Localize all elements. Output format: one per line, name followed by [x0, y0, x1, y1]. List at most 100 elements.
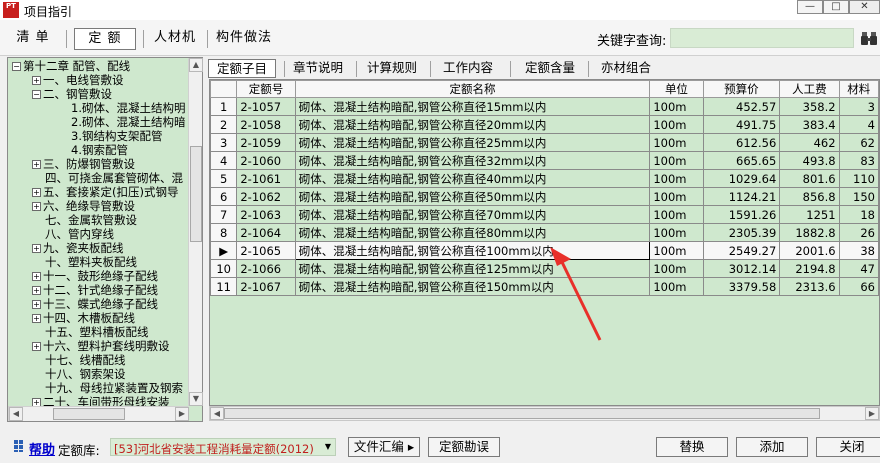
- quota-library-select[interactable]: [53]河北省安装工程消耗量定额(2012) ▼: [110, 438, 336, 456]
- tree-item[interactable]: 十、塑料夹板配线: [32, 255, 137, 269]
- labor-cost-cell[interactable]: 1251: [779, 205, 840, 224]
- quota-code-cell[interactable]: 2-1057: [236, 97, 296, 116]
- tree-item[interactable]: 十九、母线拉紧装置及钢索: [32, 381, 183, 395]
- grid-horizontal-scrollbar[interactable]: ◀ ▶: [209, 406, 880, 421]
- close-button[interactable]: 关闭: [816, 437, 880, 457]
- expand-icon[interactable]: +: [32, 314, 41, 323]
- price-cell[interactable]: 2549.27: [702, 241, 781, 260]
- maximize-button[interactable]: □: [823, 0, 849, 14]
- keyword-search-input[interactable]: [670, 28, 854, 48]
- tab-quota-content[interactable]: 定额含量: [520, 59, 580, 78]
- quota-code-cell[interactable]: 2-1063: [236, 205, 296, 224]
- binoculars-search-icon[interactable]: [860, 29, 878, 47]
- tree-item[interactable]: + 一、电线管敷设: [32, 73, 124, 87]
- tab-chapter-notes[interactable]: 章节说明: [288, 59, 348, 78]
- tree-item[interactable]: + 五、套接紧定(扣压)式钢导: [32, 185, 178, 199]
- labor-cost-cell[interactable]: 2194.8: [779, 259, 840, 278]
- help-link[interactable]: 帮助: [29, 439, 55, 458]
- column-header-name[interactable]: 定额名称: [294, 80, 651, 98]
- tree-item[interactable]: − 第十二章 配管、配线: [12, 59, 130, 73]
- tree-item[interactable]: 2.砌体、混凝土结构暗: [58, 115, 185, 129]
- tree-item[interactable]: 七、金属软管敷设: [32, 213, 137, 227]
- tree-item[interactable]: 1.砌体、混凝土结构明: [58, 101, 185, 115]
- unit-cell[interactable]: 100m: [649, 277, 704, 296]
- price-cell[interactable]: 2305.39: [702, 223, 781, 242]
- material-cost-cell[interactable]: 62: [838, 133, 879, 152]
- tab-calculation-rules[interactable]: 计算规则: [362, 59, 422, 78]
- column-header-price[interactable]: 预算价: [702, 80, 781, 98]
- price-cell[interactable]: 452.57: [702, 97, 781, 116]
- expand-icon[interactable]: +: [32, 160, 41, 169]
- table-row[interactable]: 1 2-1057 砌体、混凝土结构暗配,钢管公称直径15mm以内 100m 452.57…: [210, 97, 879, 116]
- scroll-right-button[interactable]: ▶: [175, 407, 189, 421]
- price-cell[interactable]: 1029.64: [702, 169, 781, 188]
- unit-cell[interactable]: 100m: [649, 151, 704, 170]
- material-cost-cell[interactable]: 3: [838, 97, 879, 116]
- labor-cost-cell[interactable]: 493.8: [779, 151, 840, 170]
- add-button[interactable]: 添加: [736, 437, 808, 457]
- minimize-button[interactable]: —: [797, 0, 823, 14]
- table-row[interactable]: 8 2-1064 砌体、混凝土结构暗配,钢管公称直径80mm以内 100m 2305.3…: [210, 223, 879, 242]
- material-cost-cell[interactable]: 18: [838, 205, 879, 224]
- quota-name-cell[interactable]: 砌体、混凝土结构暗配,钢管公称直径15mm以内: [294, 97, 651, 116]
- expand-icon[interactable]: +: [32, 342, 41, 351]
- labor-cost-cell[interactable]: 856.8: [779, 187, 840, 206]
- scroll-up-button[interactable]: ▲: [189, 58, 203, 72]
- close-window-button[interactable]: ✕: [849, 0, 880, 14]
- expand-icon[interactable]: +: [32, 76, 41, 85]
- labor-cost-cell[interactable]: 383.4: [779, 115, 840, 134]
- unit-cell[interactable]: 100m: [649, 223, 704, 242]
- labor-cost-cell[interactable]: 462: [779, 133, 840, 152]
- labor-cost-cell[interactable]: 1882.8: [779, 223, 840, 242]
- tree-item[interactable]: 十八、钢索架设: [32, 367, 126, 381]
- price-cell[interactable]: 3379.58: [702, 277, 781, 296]
- tab-bill[interactable]: 清 单: [8, 28, 58, 50]
- quota-code-cell[interactable]: 2-1058: [236, 115, 296, 134]
- quota-code-cell[interactable]: 2-1064: [236, 223, 296, 242]
- chapter-tree[interactable]: − 第十二章 配管、配线 + 一、电线管敷设 − 二、钢管敷设 1.砌体、混凝土结构明 2.砌…: [7, 57, 203, 422]
- tab-work-content[interactable]: 工作内容: [438, 59, 498, 78]
- tree-item[interactable]: + 十六、塑料护套线明敷设: [32, 339, 170, 353]
- tree-vertical-scrollbar[interactable]: ▲ ▼: [188, 58, 203, 406]
- material-cost-cell[interactable]: 150: [838, 187, 879, 206]
- table-row[interactable]: 6 2-1062 砌体、混凝土结构暗配,钢管公称直径50mm以内 100m 1124.2…: [210, 187, 879, 206]
- material-cost-cell[interactable]: 110: [838, 169, 879, 188]
- expand-icon[interactable]: +: [32, 286, 41, 295]
- scroll-left-button[interactable]: ◀: [9, 407, 23, 421]
- unit-cell[interactable]: 100m: [649, 205, 704, 224]
- grid-hscroll-thumb[interactable]: [224, 408, 820, 419]
- price-cell[interactable]: 1591.26: [702, 205, 781, 224]
- price-cell[interactable]: 1124.21: [702, 187, 781, 206]
- tab-labor-material[interactable]: 人材机: [150, 28, 200, 50]
- quota-code-cell[interactable]: 2-1061: [236, 169, 296, 188]
- tree-item[interactable]: 4.钢索配管: [58, 143, 128, 157]
- unit-cell[interactable]: 100m: [649, 97, 704, 116]
- quota-name-cell[interactable]: 砌体、混凝土结构暗配,钢管公称直径20mm以内: [294, 115, 651, 134]
- file-compilation-button[interactable]: 文件汇编 ▸: [348, 437, 420, 457]
- expand-icon[interactable]: +: [32, 202, 41, 211]
- material-cost-cell[interactable]: 66: [838, 277, 879, 296]
- quota-name-cell[interactable]: 砌体、混凝土结构暗配,钢管公称直径70mm以内: [294, 205, 651, 224]
- table-row[interactable]: 2 2-1058 砌体、混凝土结构暗配,钢管公称直径20mm以内 100m 491.75…: [210, 115, 879, 134]
- tree-horizontal-scrollbar[interactable]: ◀ ▶: [8, 406, 189, 421]
- unit-cell[interactable]: 100m: [649, 241, 704, 260]
- column-header-material[interactable]: 材料: [838, 80, 879, 98]
- tree-scroll-thumb[interactable]: [190, 146, 202, 242]
- tree-item[interactable]: + 三、防爆钢管敷设: [32, 157, 135, 171]
- quota-code-cell[interactable]: 2-1059: [236, 133, 296, 152]
- quota-name-cell[interactable]: 砌体、混凝土结构暗配,钢管公称直径25mm以内: [294, 133, 651, 152]
- quota-code-cell[interactable]: 2-1067: [236, 277, 296, 296]
- price-cell[interactable]: 612.56: [702, 133, 781, 152]
- labor-cost-cell[interactable]: 2001.6: [779, 241, 840, 260]
- tab-material-combo[interactable]: 亦材组合: [596, 59, 656, 78]
- tree-item[interactable]: 八、管内穿线: [32, 227, 114, 241]
- tree-item[interactable]: 十七、线槽配线: [32, 353, 126, 367]
- tree-hscroll-thumb[interactable]: [53, 408, 125, 420]
- tree-item[interactable]: + 九、瓷夹板配线: [32, 241, 124, 255]
- table-row[interactable]: 4 2-1060 砌体、混凝土结构暗配,钢管公称直径32mm以内 100m 665.65…: [210, 151, 879, 170]
- table-row[interactable]: 3 2-1059 砌体、混凝土结构暗配,钢管公称直径25mm以内 100m 612.56…: [210, 133, 879, 152]
- tree-item[interactable]: + 十四、木槽板配线: [32, 311, 135, 325]
- material-cost-cell[interactable]: 83: [838, 151, 879, 170]
- unit-cell[interactable]: 100m: [649, 169, 704, 188]
- column-header-code[interactable]: 定额号: [236, 80, 296, 98]
